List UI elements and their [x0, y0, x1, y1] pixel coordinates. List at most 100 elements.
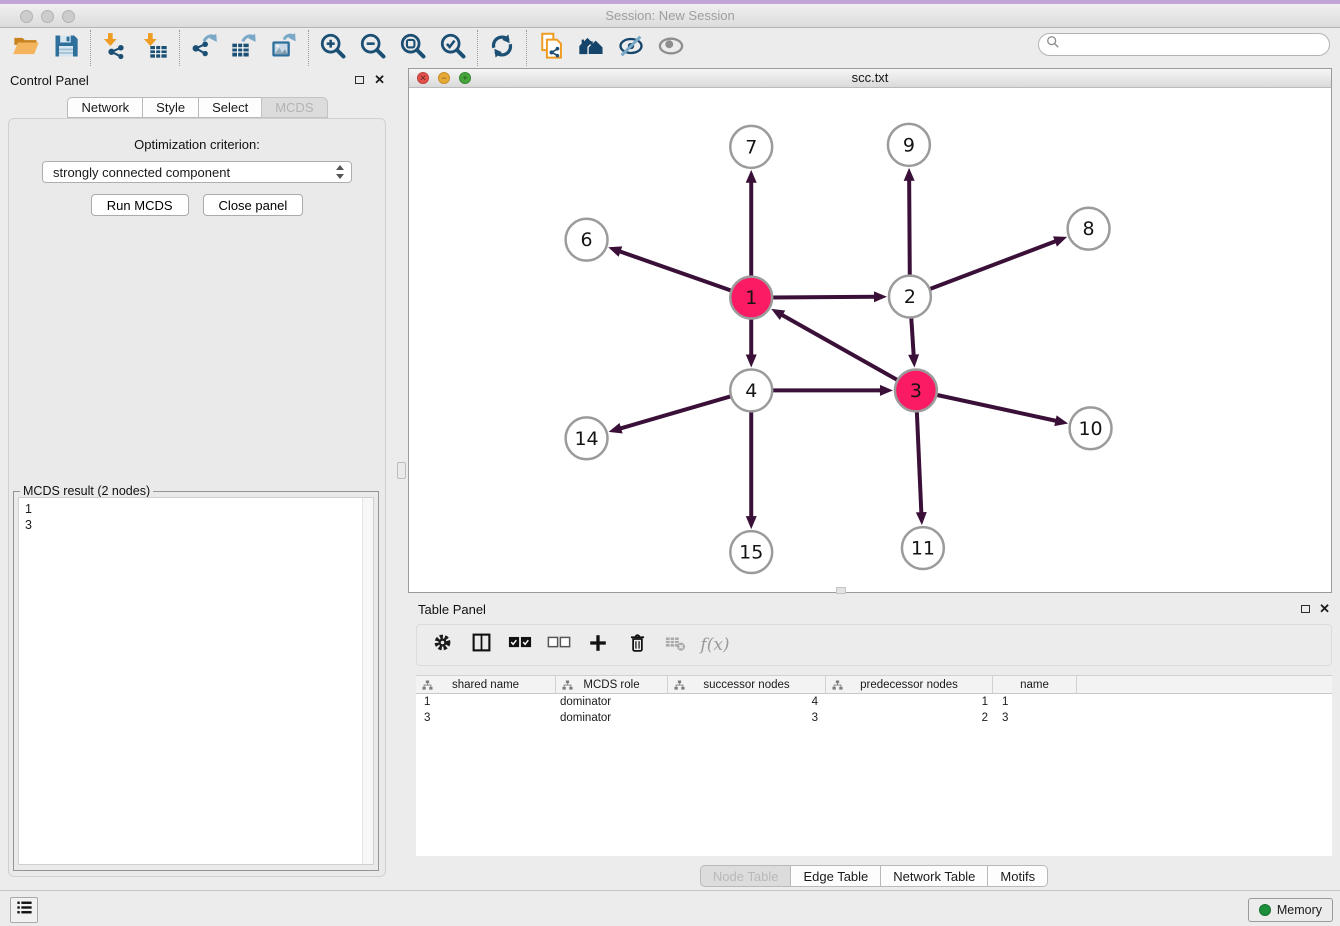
- zoom-fit-button[interactable]: [393, 30, 433, 66]
- tab-network-table[interactable]: Network Table: [880, 865, 987, 887]
- delete-row-button[interactable]: [625, 633, 649, 657]
- memory-button[interactable]: Memory: [1248, 898, 1333, 922]
- optimization-criterion-label: Optimization criterion:: [9, 137, 385, 152]
- graph-node-label: 9: [903, 134, 915, 156]
- graph-edge-3-11[interactable]: [917, 410, 922, 514]
- horizontal-splitter-grip[interactable]: [836, 587, 846, 594]
- network-document-button[interactable]: [531, 30, 571, 66]
- window-zoom-button[interactable]: [62, 10, 75, 23]
- tab-style[interactable]: Style: [142, 97, 198, 118]
- houses-icon: [577, 32, 605, 65]
- graph-edge-1-2[interactable]: [771, 297, 876, 298]
- import-network-icon: [101, 32, 129, 65]
- graph-edge-1-6[interactable]: [619, 251, 733, 291]
- result-scrollbar[interactable]: [362, 498, 373, 864]
- cell-name: 3: [993, 712, 1077, 724]
- graph-edge-arrowhead: [746, 354, 757, 367]
- graph-edge-4-14[interactable]: [619, 396, 732, 429]
- unselect-all-columns-button[interactable]: [547, 633, 571, 657]
- zoom-in-button[interactable]: [313, 30, 353, 66]
- column-label: successor nodes: [703, 679, 789, 691]
- export-image-icon: [270, 32, 298, 65]
- graph-edge-arrowhead: [916, 512, 927, 525]
- graph-edge-3-10[interactable]: [935, 395, 1057, 421]
- cell-shared-name: 3: [416, 712, 556, 724]
- home-button[interactable]: [571, 30, 611, 66]
- function-builder-button[interactable]: f(x): [703, 633, 727, 657]
- table-settings-button[interactable]: [430, 633, 454, 657]
- hide-graphics-details-button[interactable]: [611, 30, 651, 66]
- table-panel-title: Table Panel: [418, 602, 486, 617]
- control-panel: Control Panel ✕ Network Style Select MCD…: [0, 68, 395, 890]
- graph-edge-arrowhead: [880, 385, 893, 396]
- network-maximize-button[interactable]: +: [459, 72, 471, 84]
- cell-mcds-role: dominator: [556, 696, 668, 708]
- vertical-splitter-grip[interactable]: [397, 462, 406, 479]
- mcds-tab-content: Optimization criterion: strongly connect…: [8, 118, 386, 877]
- tab-mcds[interactable]: MCDS: [261, 97, 327, 118]
- close-panel-icon[interactable]: ✕: [1319, 601, 1330, 617]
- save-session-button[interactable]: [46, 30, 86, 66]
- table-row[interactable]: 1 dominator 4 1 1: [416, 694, 1332, 710]
- graph-edge-2-9[interactable]: [909, 179, 910, 277]
- add-row-button[interactable]: [586, 633, 610, 657]
- mcds-result-list[interactable]: 1 3: [18, 497, 374, 865]
- close-panel-button[interactable]: Close panel: [203, 194, 304, 216]
- hierarchy-icon: [832, 680, 843, 694]
- column-label: MCDS role: [583, 679, 639, 691]
- graph-edge-2-3[interactable]: [911, 317, 914, 357]
- cell-name: 1: [993, 696, 1077, 708]
- network-canvas[interactable]: 1234678910111415: [409, 88, 1331, 592]
- column-header-shared-name[interactable]: shared name: [416, 676, 556, 693]
- tab-select[interactable]: Select: [198, 97, 261, 118]
- float-panel-icon[interactable]: [1301, 605, 1310, 613]
- graph-node-label: 3: [910, 380, 922, 402]
- search-input[interactable]: [1060, 36, 1329, 54]
- zoom-out-button[interactable]: [353, 30, 393, 66]
- task-history-button[interactable]: [10, 897, 38, 923]
- graph-edge-3-1[interactable]: [781, 314, 899, 380]
- import-table-button[interactable]: [135, 30, 175, 66]
- cell-shared-name: 1: [416, 696, 556, 708]
- toolbar-separator: [308, 30, 309, 66]
- column-header-successor-nodes[interactable]: successor nodes: [668, 676, 826, 693]
- network-minimize-button[interactable]: −: [438, 72, 450, 84]
- table-row[interactable]: 3 dominator 3 2 3: [416, 710, 1332, 726]
- close-panel-icon[interactable]: ✕: [374, 72, 385, 88]
- columns-icon: [471, 632, 492, 658]
- open-file-button[interactable]: [6, 30, 46, 66]
- network-window-title: scc.txt: [409, 69, 1331, 87]
- refresh-button[interactable]: [482, 30, 522, 66]
- delete-table-button[interactable]: [664, 633, 688, 657]
- window-minimize-button[interactable]: [41, 10, 54, 23]
- zoom-fit-icon: [399, 32, 427, 65]
- graph-edge-2-8[interactable]: [929, 241, 1057, 290]
- result-node-id: 3: [19, 517, 373, 533]
- criterion-select[interactable]: strongly connected component: [42, 161, 352, 183]
- toolbar-separator: [179, 30, 180, 66]
- float-panel-icon[interactable]: [355, 76, 364, 84]
- tab-network[interactable]: Network: [67, 97, 142, 118]
- import-network-button[interactable]: [95, 30, 135, 66]
- column-header-predecessor-nodes[interactable]: predecessor nodes: [826, 676, 993, 693]
- select-all-columns-button[interactable]: [508, 633, 532, 657]
- zoom-selected-button[interactable]: [433, 30, 473, 66]
- graph-node-label: 11: [911, 538, 935, 560]
- tab-edge-table[interactable]: Edge Table: [790, 865, 880, 887]
- show-columns-button[interactable]: [469, 633, 493, 657]
- tab-motifs[interactable]: Motifs: [987, 865, 1048, 887]
- column-header-name[interactable]: name: [993, 676, 1077, 693]
- window-close-button[interactable]: [20, 10, 33, 23]
- export-network-button[interactable]: [184, 30, 224, 66]
- run-mcds-button[interactable]: Run MCDS: [91, 194, 189, 216]
- search-field[interactable]: [1038, 33, 1330, 56]
- network-close-button[interactable]: ✕: [417, 72, 429, 84]
- birds-eye-view-button[interactable]: [651, 30, 691, 66]
- column-header-mcds-role[interactable]: MCDS role: [556, 676, 668, 693]
- export-image-button[interactable]: [264, 30, 304, 66]
- tab-node-table[interactable]: Node Table: [700, 865, 791, 887]
- network-window-titlebar[interactable]: ✕ − + scc.txt: [409, 69, 1331, 88]
- hierarchy-icon: [562, 680, 573, 694]
- export-table-button[interactable]: [224, 30, 264, 66]
- mcds-result-title: MCDS result (2 nodes): [20, 484, 153, 498]
